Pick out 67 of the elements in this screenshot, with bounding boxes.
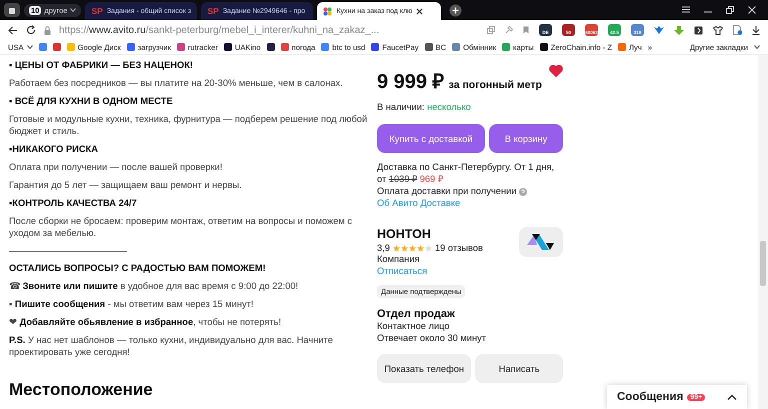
- description-text: После сборки не бросаем: проверим монтаж, ответим на вопросы и поможем с уходом за мебелью.: [9, 215, 354, 239]
- description-text: Оплата при получении — после вашей проверки!: [9, 161, 224, 173]
- price: 9 999 ₽: [377, 70, 445, 94]
- rating-value: 3,9: [377, 243, 390, 253]
- caret-icon: [70, 8, 76, 12]
- bookmark-icon[interactable]: [523, 26, 529, 34]
- favicon-icon: [224, 43, 232, 51]
- delivery-price-prefix: от: [377, 174, 386, 184]
- buy-button[interactable]: Купить с доставкой: [377, 124, 485, 153]
- document-check-icon[interactable]: [733, 25, 742, 35]
- cart-button[interactable]: В корзину: [489, 124, 563, 153]
- tab-favicon: SP: [207, 6, 219, 16]
- section-heading: ▪КОНТРОЛЬ КАЧЕСТВА 24/7: [9, 197, 138, 209]
- old-price: 1039 ₽: [388, 174, 418, 184]
- favicon-icon: [321, 43, 330, 51]
- description-text: Готовые и модульные кухни, техника, фурнитура — подберем решение под любой бюджет и стиль.: [9, 113, 368, 137]
- favicon-icon: [126, 43, 135, 51]
- favicon-icon: [176, 43, 185, 51]
- delivery-text: Доставка по Санкт-Петербургу. От 1 дня,: [377, 161, 556, 173]
- address-field[interactable]: https://www.avito.ru/sankt-peterburg/mebel_i_interer/kuhni_na_zakaz_...: [59, 24, 380, 36]
- new-tab-icon[interactable]: [449, 4, 462, 16]
- description-text: Работаем без посредников — вы платите на 20-30% меньше, чем в салонах.: [9, 77, 344, 89]
- description-text: ☎ Звоните или пишите в удобное для вас время с 9:00 до 22:00!: [9, 280, 300, 292]
- favicon-icon: [424, 43, 433, 51]
- seller-name[interactable]: НОНТОН: [377, 227, 483, 241]
- section-heading: ▪НИКАКОГО РИСКА: [9, 143, 99, 155]
- description-text: Гарантия до 5 лет — защищаем ваш ремонт и нервы.: [9, 179, 243, 191]
- caret-icon: [26, 45, 33, 49]
- lock-icon: [44, 26, 51, 34]
- section-heading: ▪ ВСЁ ДЛЯ КУХНИ В ОДНОМ МЕСТЕ: [9, 95, 174, 107]
- shirt-icon[interactable]: [713, 26, 723, 34]
- favicon-icon: [618, 43, 626, 51]
- chevron-up-icon[interactable]: [727, 394, 737, 400]
- availability-text: В наличии: несколько: [377, 102, 472, 112]
- section-heading: ▪ ЦЕНЫ ОТ ФАБРИКИ — БЕЗ НАЦЕНОК!: [9, 59, 194, 71]
- write-button[interactable]: Написать: [475, 354, 563, 383]
- sidebar-icon[interactable]: [694, 26, 703, 34]
- description-text: P.S. У нас нет шаблонов — только кухни, индивидуально для вас. Начните проектировать уже сегодня!: [9, 334, 334, 358]
- description-text: ▪ Пишите сообщения - мы ответим вам через 15 минут!: [9, 298, 254, 310]
- payment-note: Оплата доставки при получении: [377, 186, 517, 196]
- price-unit: за погонный метр: [448, 79, 542, 91]
- seller-type: Компания: [377, 253, 421, 265]
- description-text: ❤ Добавляйте обьявление в избранное, чтобы не потерять!: [9, 316, 282, 328]
- menu-icon[interactable]: [682, 6, 690, 13]
- restore-icon[interactable]: [726, 6, 734, 14]
- discount-price: 969 ₽: [420, 174, 443, 184]
- heart-icon[interactable]: [549, 65, 563, 77]
- back-icon[interactable]: [8, 26, 18, 34]
- close-icon[interactable]: [416, 8, 424, 14]
- messages-label: Сообщения: [617, 391, 684, 403]
- favicon-icon: [502, 43, 510, 51]
- caret-icon: [754, 45, 760, 49]
- favicon-icon: [371, 43, 380, 51]
- profile-icon[interactable]: [4, 3, 20, 17]
- response-time: Отвечает около 30 минут: [377, 332, 488, 344]
- show-phone-button[interactable]: Показать телефон: [377, 354, 472, 383]
- dots-icon: [323, 6, 332, 16]
- section-title: Местоположение: [9, 380, 154, 400]
- tab-favicon: SP: [91, 6, 103, 16]
- favicon-icon: [540, 43, 548, 51]
- favicon-icon: [452, 43, 460, 51]
- reviews-link[interactable]: 19 отзывов: [434, 243, 483, 253]
- download-icon[interactable]: [752, 26, 760, 34]
- contact-name: Отдел продаж: [377, 308, 456, 320]
- section-heading: ОСТАЛИСЬ ВОПРОСЫ? С РАДОСТЬЮ ВАМ ПОМОЖЕМ!: [9, 262, 267, 274]
- contact-role: Контактное лицо: [377, 320, 451, 332]
- reload-icon[interactable]: [26, 25, 36, 35]
